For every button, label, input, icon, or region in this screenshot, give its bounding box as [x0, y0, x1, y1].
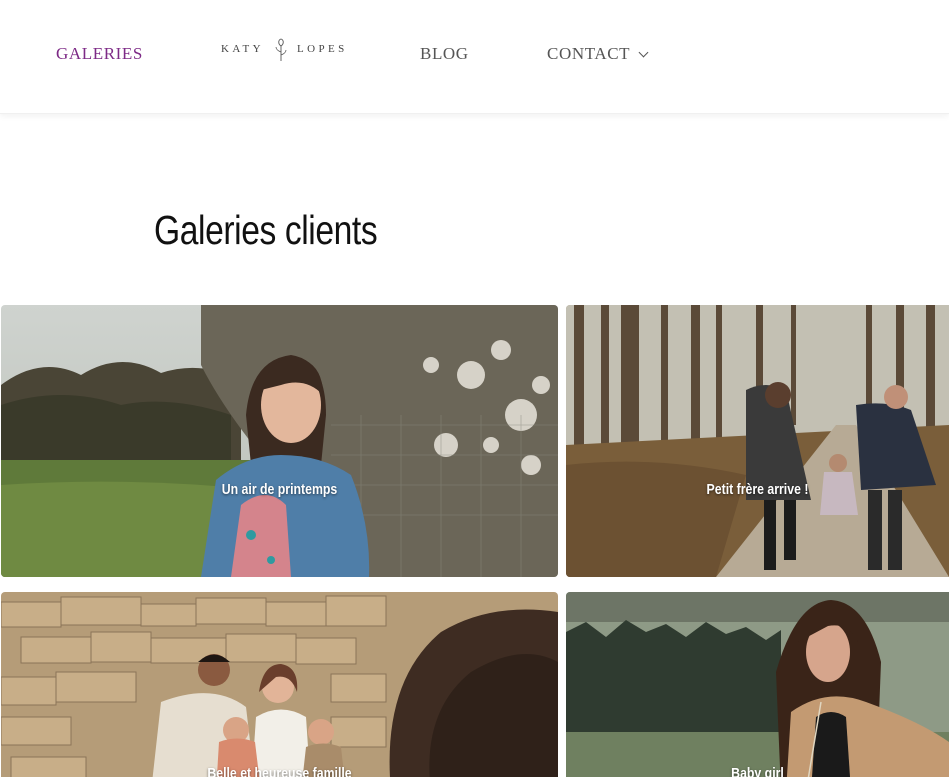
nav-link-contact[interactable]: CONTACT	[547, 44, 649, 64]
gallery-label: Baby girl	[731, 765, 784, 777]
page-title: Galeries clients	[154, 207, 378, 253]
gallery-label: Un air de printemps	[221, 481, 338, 498]
nav-link-contact-label: CONTACT	[547, 44, 631, 63]
gallery-photo-spring	[1, 305, 558, 577]
gallery-card-spring[interactable]: Un air de printemps	[1, 305, 558, 577]
gallery-card-baby-girl[interactable]: Baby girl	[566, 592, 949, 777]
gallery-label: Petit frère arrive !	[706, 481, 809, 498]
gallery-card-family[interactable]: Belle et heureuse famille	[1, 592, 558, 777]
site-logo[interactable]: KATY LOPES	[221, 38, 348, 64]
logo-word-lopes: LOPES	[297, 43, 348, 55]
gallery-photo-little-brother	[566, 305, 949, 577]
gallery-photo-family	[1, 592, 558, 777]
nav-link-galeries[interactable]: GALERIES	[56, 44, 143, 64]
gallery-card-little-brother[interactable]: Petit frère arrive !	[566, 305, 949, 577]
nav-link-blog[interactable]: BLOG	[420, 44, 469, 64]
site-header: GALERIES KATY LOPES BLOG CONTACT	[0, 0, 949, 114]
gallery-label: Belle et heureuse famille	[207, 765, 352, 777]
gallery-photo-baby-girl	[566, 592, 949, 777]
logo-word-katy: KATY	[221, 43, 264, 55]
chevron-down-icon[interactable]	[638, 47, 649, 58]
flower-logo-icon	[275, 38, 287, 61]
